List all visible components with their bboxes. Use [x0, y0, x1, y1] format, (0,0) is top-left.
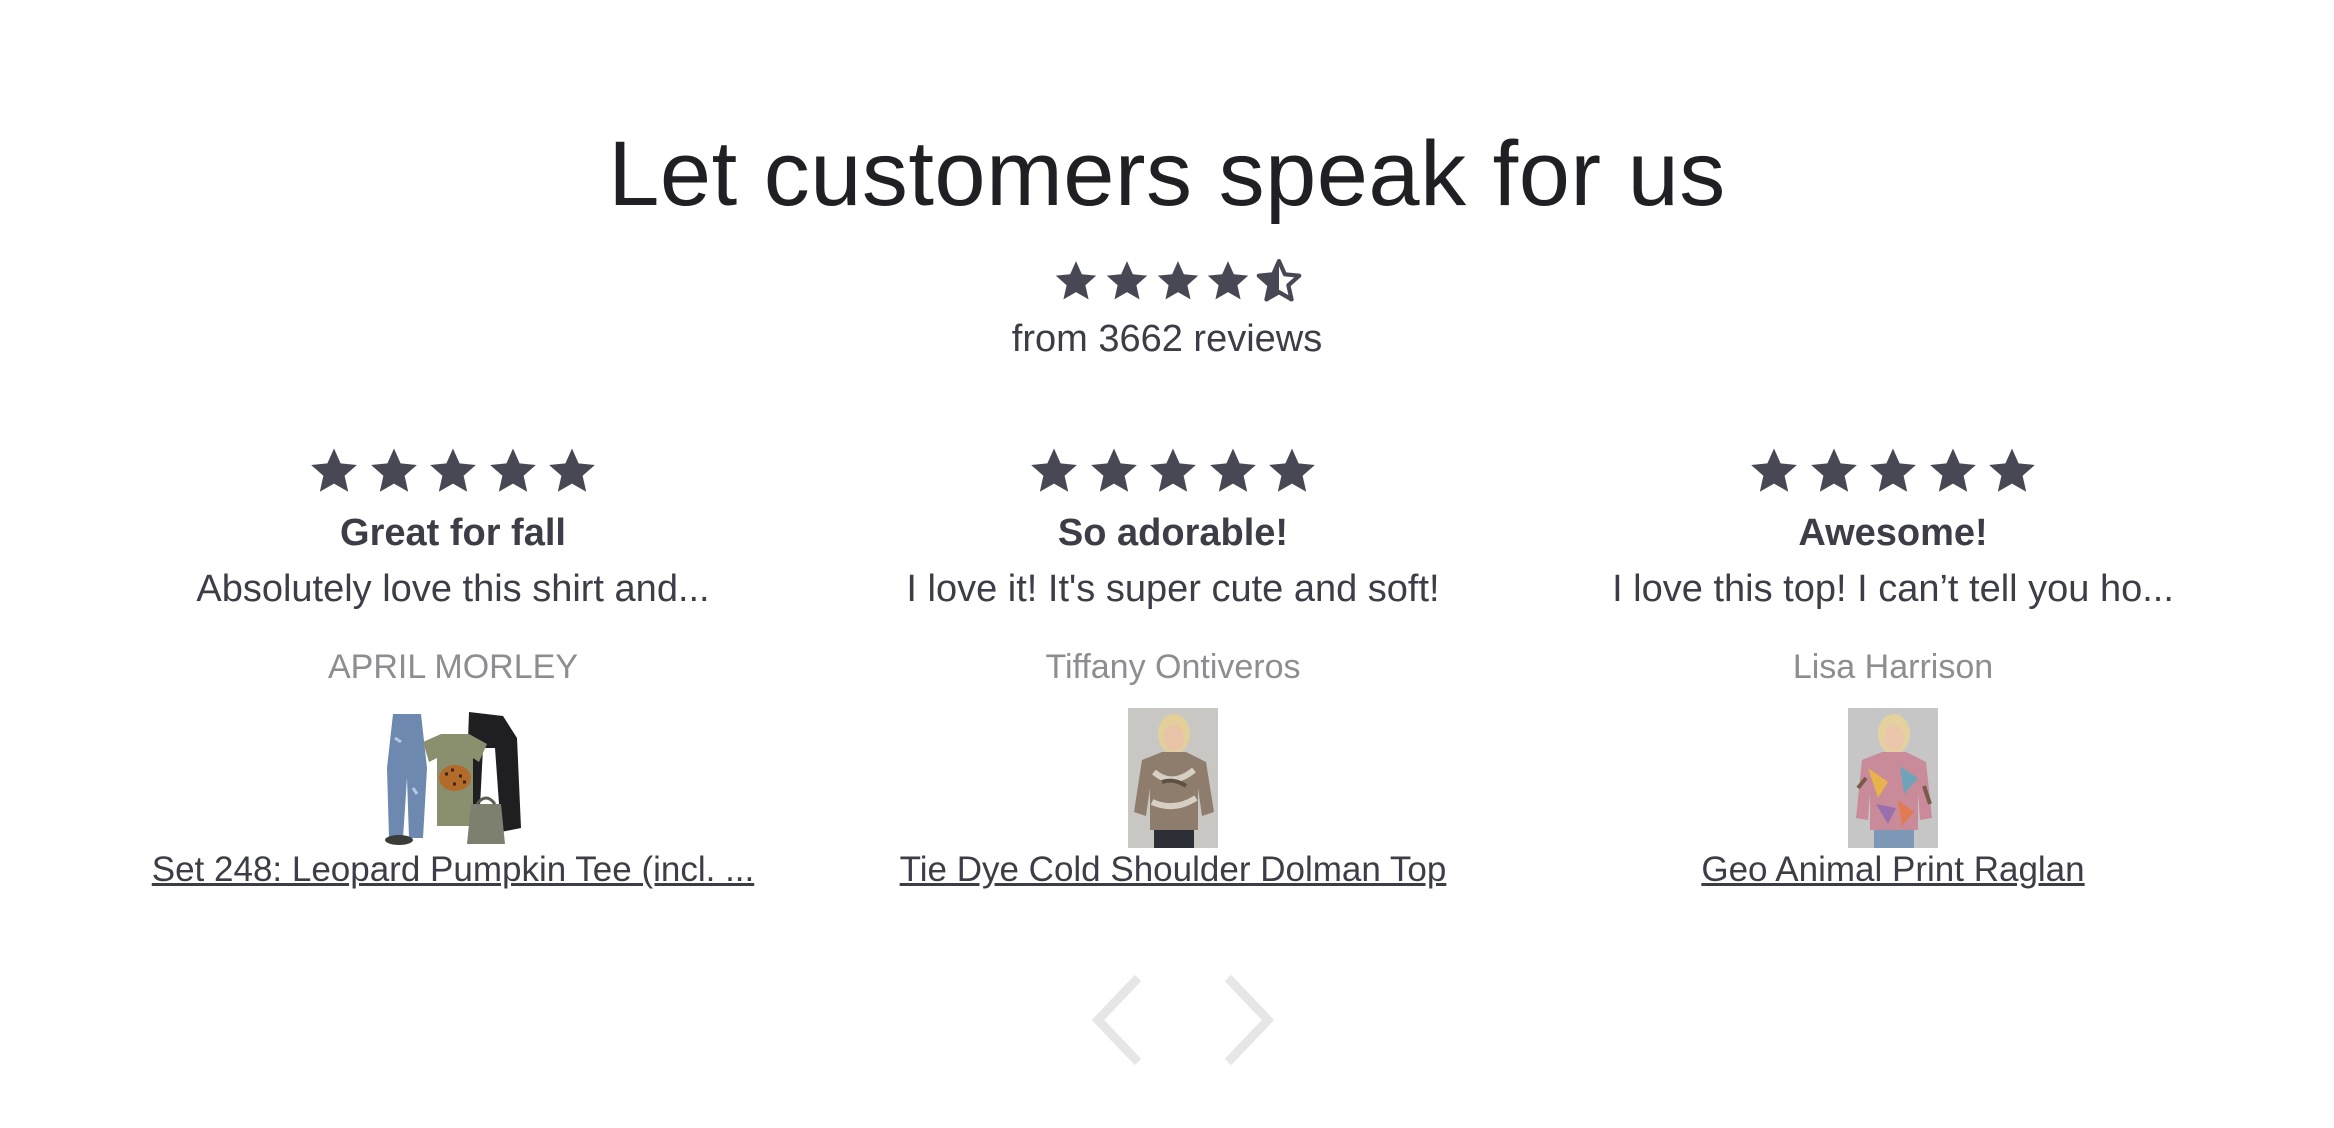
review-rating-stars — [1028, 444, 1318, 498]
previous-button[interactable] — [1088, 972, 1148, 1068]
review-carousel: Great for fall Absolutely love this shir… — [0, 440, 2334, 910]
product-image[interactable] — [1848, 708, 1938, 848]
review-title: Great for fall — [340, 512, 566, 554]
review-author: Tiffany Ontiveros — [1045, 648, 1301, 686]
review-title: Awesome! — [1798, 512, 1988, 554]
review-card: So adorable! I love it! It's super cute … — [813, 440, 1533, 910]
review-card: Awesome! I love this top! I can’t tell y… — [1533, 440, 2253, 910]
star-icon — [1155, 258, 1201, 304]
chevron-right-icon — [1224, 974, 1275, 1066]
review-card: Great for fall Absolutely love this shir… — [93, 440, 813, 910]
star-icon — [1808, 445, 1860, 497]
review-body[interactable]: Absolutely love this shirt and... — [93, 568, 813, 611]
star-icon — [1028, 445, 1080, 497]
star-icon — [1867, 445, 1919, 497]
review-rating-stars — [308, 444, 598, 498]
product-image[interactable] — [1128, 708, 1218, 848]
review-author: APRIL MORLEY — [327, 648, 579, 686]
star-icon — [1088, 445, 1140, 497]
star-icon — [1927, 445, 1979, 497]
star-icon — [427, 445, 479, 497]
star-icon — [368, 445, 420, 497]
chevron-left-icon — [1091, 974, 1142, 1066]
star-icon — [546, 445, 598, 497]
next-button[interactable] — [1218, 972, 1278, 1068]
product-image[interactable] — [383, 708, 523, 848]
summary-rating-stars — [1053, 256, 1302, 306]
review-count[interactable]: from 3662 reviews — [0, 318, 2334, 361]
half-star-icon — [1256, 258, 1302, 304]
product-link[interactable]: Tie Dye Cold Shoulder Dolman Top — [813, 850, 1533, 890]
star-icon — [308, 445, 360, 497]
review-body[interactable]: I love this top! I can’t tell you ho... — [1533, 568, 2253, 611]
star-icon — [1104, 258, 1150, 304]
star-icon — [1205, 258, 1251, 304]
product-link[interactable]: Set 248: Leopard Pumpkin Tee (incl. ... — [93, 850, 813, 890]
star-icon — [1986, 445, 2038, 497]
review-title: So adorable! — [1057, 512, 1289, 554]
star-icon — [1748, 445, 1800, 497]
section-heading: Let customers speak for us — [608, 123, 1726, 225]
review-author: Lisa Harrison — [1792, 648, 1994, 686]
star-icon — [1053, 258, 1099, 304]
star-icon — [1266, 445, 1318, 497]
star-icon — [1207, 445, 1259, 497]
review-body[interactable]: I love it! It's super cute and soft! — [813, 568, 1533, 611]
product-link[interactable]: Geo Animal Print Raglan — [1533, 850, 2253, 890]
reviews-section: Let customers speak for us from 3662 rev… — [0, 0, 2334, 1128]
star-icon — [1147, 445, 1199, 497]
review-rating-stars — [1748, 444, 2038, 498]
star-icon — [487, 445, 539, 497]
